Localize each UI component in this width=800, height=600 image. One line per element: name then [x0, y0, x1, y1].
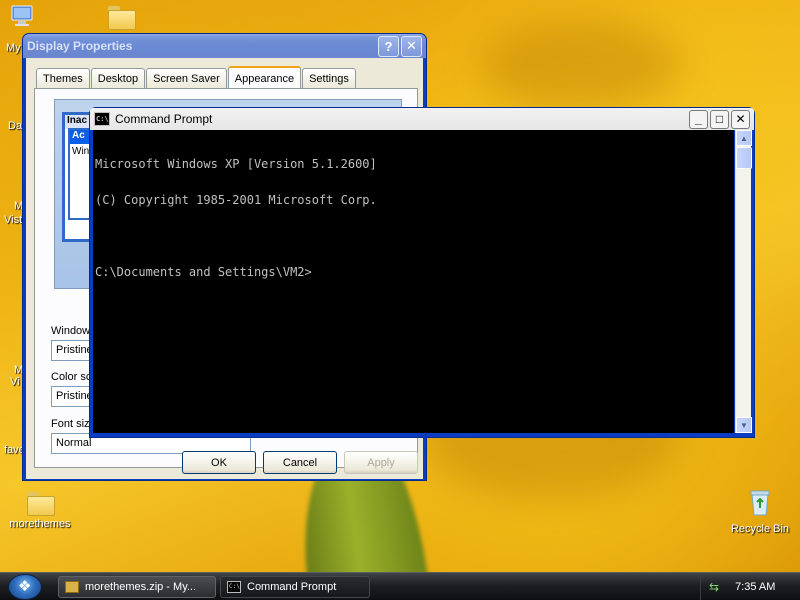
desktop-icon-morethemes[interactable]: morethemes	[0, 492, 80, 530]
network-icon[interactable]: ⇆	[709, 580, 719, 594]
window-title: Command Prompt	[115, 112, 213, 126]
command-prompt-window: C:\ Command Prompt _ □ ✕ Microsoft Windo…	[89, 107, 755, 438]
taskbar: morethemes.zip - My... C:\ Command Promp…	[0, 572, 800, 600]
folder-icon	[108, 6, 136, 30]
close-button[interactable]: ✕	[401, 35, 422, 57]
tab-themes[interactable]: Themes	[36, 68, 90, 88]
desktop-icon-my-computer[interactable]: My	[0, 4, 44, 54]
close-button[interactable]: ✕	[731, 109, 750, 129]
zip-folder-icon	[65, 581, 79, 593]
taskbar-item-morethemes[interactable]: morethemes.zip - My...	[58, 576, 216, 598]
tab-settings[interactable]: Settings	[302, 68, 356, 88]
scrollbar-thumb[interactable]	[736, 147, 752, 169]
desktop-edge-label: Vist	[4, 214, 23, 226]
title-bar[interactable]: Display Properties ? ✕	[23, 34, 426, 58]
taskbar-item-label: Command Prompt	[247, 581, 337, 593]
window-title: Display Properties	[27, 39, 133, 53]
taskbar-item-command-prompt[interactable]: C:\ Command Prompt	[220, 576, 370, 598]
desktop-edge-label: Da	[8, 120, 23, 132]
cancel-button[interactable]: Cancel	[263, 451, 337, 474]
console-line: (C) Copyright 1985-2001 Microsoft Corp.	[95, 193, 377, 207]
computer-icon	[0, 4, 44, 31]
desktop-icon-label: morethemes	[9, 518, 71, 530]
console-prompt-line: C:\Documents and Settings\VM2>	[95, 265, 312, 279]
scroll-up-arrow-icon[interactable]: ▲	[736, 130, 752, 146]
maximize-button[interactable]: □	[710, 109, 729, 129]
ok-button[interactable]: OK	[182, 451, 256, 474]
system-tray: ⇆ 7:35 AM	[700, 573, 800, 600]
help-button[interactable]: ?	[378, 35, 399, 57]
tab-appearance[interactable]: Appearance	[227, 66, 302, 89]
console-line: Microsoft Windows XP [Version 5.1.2600]	[95, 157, 377, 171]
minimize-button[interactable]: _	[689, 109, 708, 129]
console-output[interactable]: Microsoft Windows XP [Version 5.1.2600] …	[93, 130, 734, 433]
apply-button[interactable]: Apply	[344, 451, 418, 474]
desktop-icon-recycle-bin[interactable]: Recycle Bin	[720, 488, 800, 535]
desktop-icon-label: Recycle Bin	[730, 523, 790, 535]
desktop-edge-label: Vi	[10, 376, 20, 388]
recycle-bin-icon	[720, 488, 800, 519]
taskbar-item-label: morethemes.zip - My...	[85, 581, 197, 593]
clock[interactable]: 7:35 AM	[735, 581, 775, 593]
tab-screen-saver[interactable]: Screen Saver	[146, 68, 227, 88]
cmd-icon: C:\	[227, 581, 241, 593]
folder-icon	[27, 492, 55, 516]
desktop-icon-label: My	[6, 42, 21, 54]
cmd-icon: C:\	[94, 112, 110, 126]
wallpaper-shadow	[480, 20, 680, 110]
desktop-icon-folder[interactable]	[108, 6, 136, 32]
vertical-scrollbar[interactable]: ▲ ▼	[735, 130, 752, 433]
title-bar[interactable]: C:\ Command Prompt _ □ ✕	[90, 108, 754, 130]
start-button[interactable]	[8, 574, 42, 600]
scroll-down-arrow-icon[interactable]: ▼	[736, 417, 752, 433]
tab-desktop[interactable]: Desktop	[90, 68, 146, 88]
tab-strip: Themes Desktop Screen Saver Appearance S…	[36, 66, 357, 89]
